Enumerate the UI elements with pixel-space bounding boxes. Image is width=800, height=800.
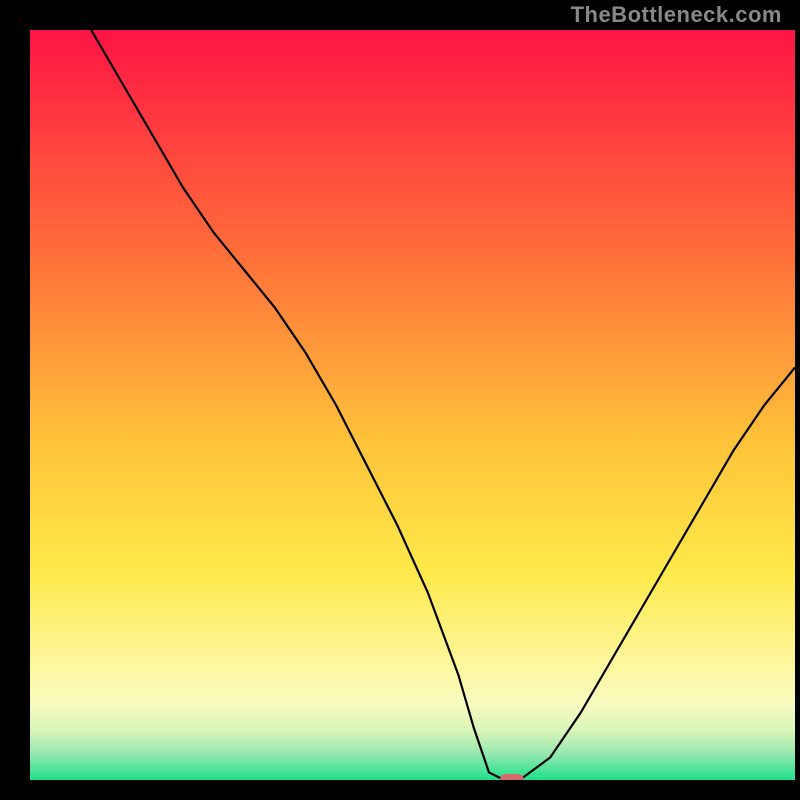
bottleneck-chart bbox=[0, 0, 800, 800]
watermark-text: TheBottleneck.com bbox=[571, 2, 782, 28]
gradient-background bbox=[30, 30, 795, 780]
frame-border-right bbox=[795, 0, 800, 800]
frame-border-left bbox=[0, 0, 30, 800]
frame-border-bottom bbox=[0, 780, 800, 800]
chart-frame: TheBottleneck.com bbox=[0, 0, 800, 800]
